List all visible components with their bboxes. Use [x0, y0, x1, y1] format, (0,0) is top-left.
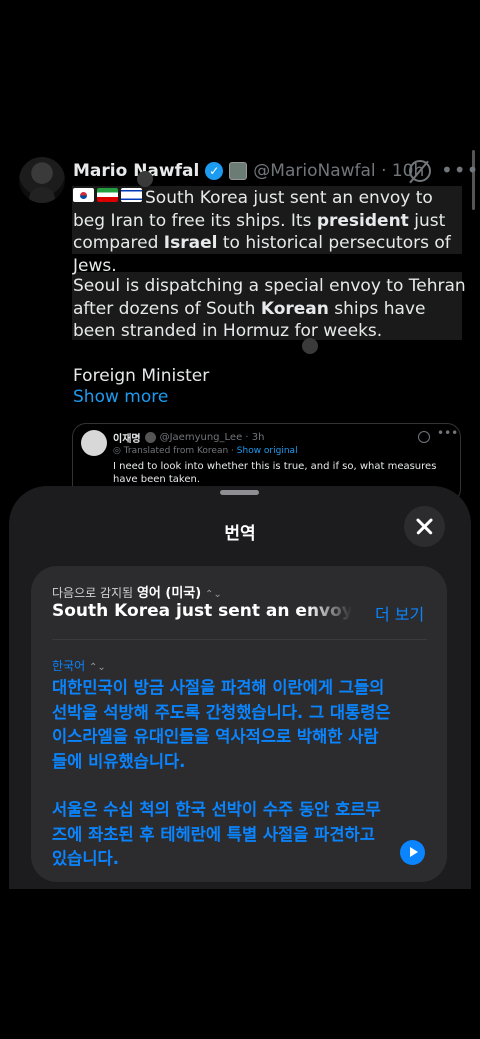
grok-icon[interactable] — [409, 160, 431, 182]
affiliate-badge-icon — [229, 162, 248, 180]
quoted-more-icon[interactable]: ••• — [437, 426, 458, 440]
tweet-header: Mario Nawfal ✓ @MarioNawfal · 10h — [73, 158, 424, 184]
verified-badge-icon: ✓ — [205, 162, 224, 180]
quoted-author-handle: @Jaemyung_Lee · 3h — [159, 432, 265, 443]
target-language-selector[interactable]: 한국어 ⌃⌄ — [52, 657, 106, 674]
selection-start-handle[interactable] — [137, 171, 153, 187]
source-text: South Korea just sent an envoy to beg — [52, 601, 352, 621]
tweet-paragraph-3: Foreign Minister — [73, 366, 210, 386]
more-options-icon[interactable]: ••• — [441, 158, 479, 182]
translation-notice: ◎ Translated from Korean · Show original — [113, 446, 298, 456]
see-more-button[interactable]: 더 보기 — [375, 601, 424, 625]
selection-end-handle[interactable] — [302, 338, 318, 354]
quoted-author-name: 이재명 — [113, 434, 141, 445]
tweet-paragraph-1: South Korea just sent an envoy to beg Ir… — [73, 188, 451, 276]
show-more-link[interactable]: Show more — [73, 387, 168, 407]
sheet-grabber[interactable] — [220, 490, 259, 495]
close-button[interactable] — [404, 506, 445, 547]
author-handle[interactable]: @MarioNawfal · 10h — [253, 161, 424, 181]
chevron-up-down-icon: ⌃⌄ — [205, 589, 222, 600]
tweet-paragraph-2: Seoul is dispatching a special envoy to … — [73, 276, 466, 341]
source-language-selector[interactable]: 다음으로 감지됨 영어 (미국) ⌃⌄ — [52, 582, 222, 601]
translation-sheet: 번역 다음으로 감지됨 영어 (미국) ⌃⌄ South Korea just … — [9, 486, 471, 889]
chevron-up-down-icon: ⌃⌄ — [88, 662, 106, 673]
sheet-title: 번역 — [224, 524, 256, 544]
divider — [52, 639, 427, 640]
quoted-text: I need to look into whether this is true… — [113, 461, 437, 485]
avatar[interactable] — [19, 157, 65, 203]
verified-badge-icon — [144, 432, 156, 443]
translated-paragraph-1: 대한민국이 방금 사절을 파견해 이란에게 그들의 선박을 석방해 주도록 간청… — [52, 678, 391, 771]
quoted-grok-icon[interactable] — [418, 431, 430, 443]
show-original-link[interactable]: Show original — [237, 446, 298, 456]
play-audio-icon[interactable] — [400, 840, 425, 865]
translated-paragraph-2: 서울은 수십 척의 한국 선박이 수주 동안 호르무즈에 좌초된 후 테헤란에 … — [52, 800, 381, 868]
translation-card: 다음으로 감지됨 영어 (미국) ⌃⌄ South Korea just sen… — [31, 566, 447, 882]
globe-icon: ◎ — [113, 446, 124, 456]
translated-text: 대한민국이 방금 사절을 파견해 이란에게 그들의 선박을 석방해 주도록 간청… — [52, 676, 392, 872]
quoted-header: 이재명 @Jaemyung_Lee · 3h — [113, 430, 264, 445]
quoted-avatar — [81, 430, 107, 456]
